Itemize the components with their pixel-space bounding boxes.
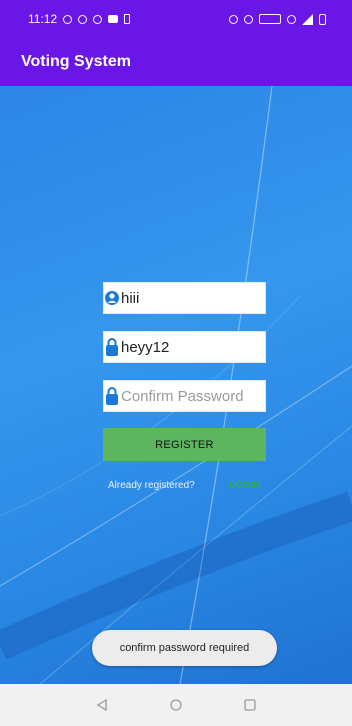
lock-icon	[106, 338, 118, 356]
main-content: hiii heyy12 Confirm Password REGISTER Al…	[0, 86, 352, 684]
battery-icon	[319, 13, 326, 25]
hotspot-icon	[244, 14, 253, 24]
recents-icon[interactable]	[243, 698, 257, 712]
home-icon[interactable]	[169, 698, 183, 712]
lock-icon	[106, 387, 118, 405]
app-bar: Voting System	[0, 38, 352, 86]
signal-icon	[302, 13, 313, 25]
whatsapp-icon	[63, 14, 73, 24]
app-notification-icon	[108, 15, 119, 23]
password-field[interactable]: heyy12	[103, 331, 266, 363]
toast-text: confirm password required	[119, 642, 250, 654]
wifi-icon	[287, 14, 296, 24]
confirm-password-field[interactable]: Confirm Password	[103, 380, 266, 412]
already-registered-text: Already registered?	[108, 480, 195, 491]
app-title: Voting System	[21, 53, 131, 70]
back-icon[interactable]	[95, 698, 109, 712]
volte-icon	[259, 14, 281, 24]
system-nav-bar	[0, 684, 352, 726]
confirm-password-placeholder: Confirm Password	[121, 387, 244, 405]
chat-icon	[78, 14, 88, 24]
register-button[interactable]: REGISTER	[103, 428, 266, 461]
username-field[interactable]: hiii	[103, 282, 266, 314]
alarm-icon	[229, 14, 238, 24]
status-bar: 11:12	[0, 0, 352, 38]
password-value: heyy12	[121, 338, 170, 356]
user-icon	[105, 291, 119, 305]
username-value: hiii	[121, 289, 140, 307]
login-link[interactable]: LOGIN	[229, 480, 261, 491]
gear-notification-icon	[93, 14, 103, 24]
status-time: 11:12	[28, 12, 58, 26]
toast-message: confirm password required	[92, 630, 277, 666]
notification-icon	[124, 14, 131, 24]
